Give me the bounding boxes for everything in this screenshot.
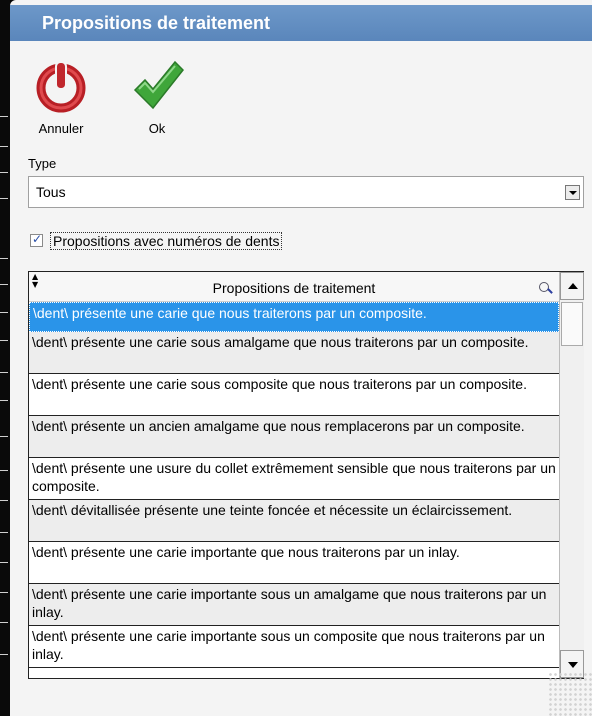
- table-row[interactable]: \dent\ présente une carie sous composite…: [29, 374, 559, 416]
- power-icon: [36, 61, 86, 113]
- scrollbar-thumb[interactable]: [561, 302, 583, 346]
- table-row[interactable]: \dent\ présente une carie importante sou…: [29, 584, 559, 626]
- scroll-up-button[interactable]: [560, 272, 584, 300]
- vertical-scrollbar[interactable]: [559, 272, 584, 678]
- proposals-column-header[interactable]: ▲ ▼ Propositions de traitement: [29, 272, 559, 302]
- proposals-table: ▲ ▼ Propositions de traitement \dent\ pré…: [28, 271, 584, 679]
- table-row[interactable]: \dent\ dévitallisée présente une teinte …: [29, 500, 559, 542]
- checkmark-icon: [133, 60, 185, 110]
- search-icon[interactable]: [539, 282, 549, 292]
- table-row[interactable]: \dent\ présente une carie sous amalgame …: [29, 332, 559, 374]
- dialog-title: Propositions de traitement: [42, 13, 271, 33]
- dialog-titlebar[interactable]: Propositions de traitement: [10, 5, 592, 41]
- cancel-label: Annuler: [38, 121, 84, 136]
- type-label: Type: [28, 156, 57, 171]
- table-row[interactable]: \dent\ présente une usure du collet extr…: [29, 458, 559, 500]
- background-window-edge: [0, 0, 10, 716]
- table-row-selected[interactable]: \dent\ présente une carie que nous trait…: [29, 302, 559, 332]
- table-row[interactable]: \dent\ présente une carie importante sou…: [29, 626, 559, 668]
- dropdown-arrow-icon[interactable]: [565, 185, 580, 200]
- tooth-numbers-checkbox-label[interactable]: Propositions avec numéros de dents: [50, 232, 283, 250]
- proposals-rows: \dent\ présente une carie que nous trait…: [29, 302, 559, 678]
- ok-button[interactable]: Ok: [122, 58, 192, 138]
- type-select-value: Tous: [36, 184, 66, 200]
- column-header-label: Propositions de traitement: [212, 280, 376, 296]
- resize-grip[interactable]: [548, 672, 592, 716]
- ok-label: Ok: [148, 121, 166, 136]
- cancel-button[interactable]: Annuler: [26, 58, 96, 138]
- table-row[interactable]: \dent\ présente une carie importante que…: [29, 542, 559, 584]
- table-row[interactable]: \dent\ présente un ancien amalgame que n…: [29, 416, 559, 458]
- tooth-numbers-checkbox[interactable]: [30, 232, 43, 247]
- treatment-proposals-dialog: Propositions de traitement Annuler Ok Ty…: [10, 0, 592, 716]
- type-select[interactable]: Tous: [28, 176, 584, 208]
